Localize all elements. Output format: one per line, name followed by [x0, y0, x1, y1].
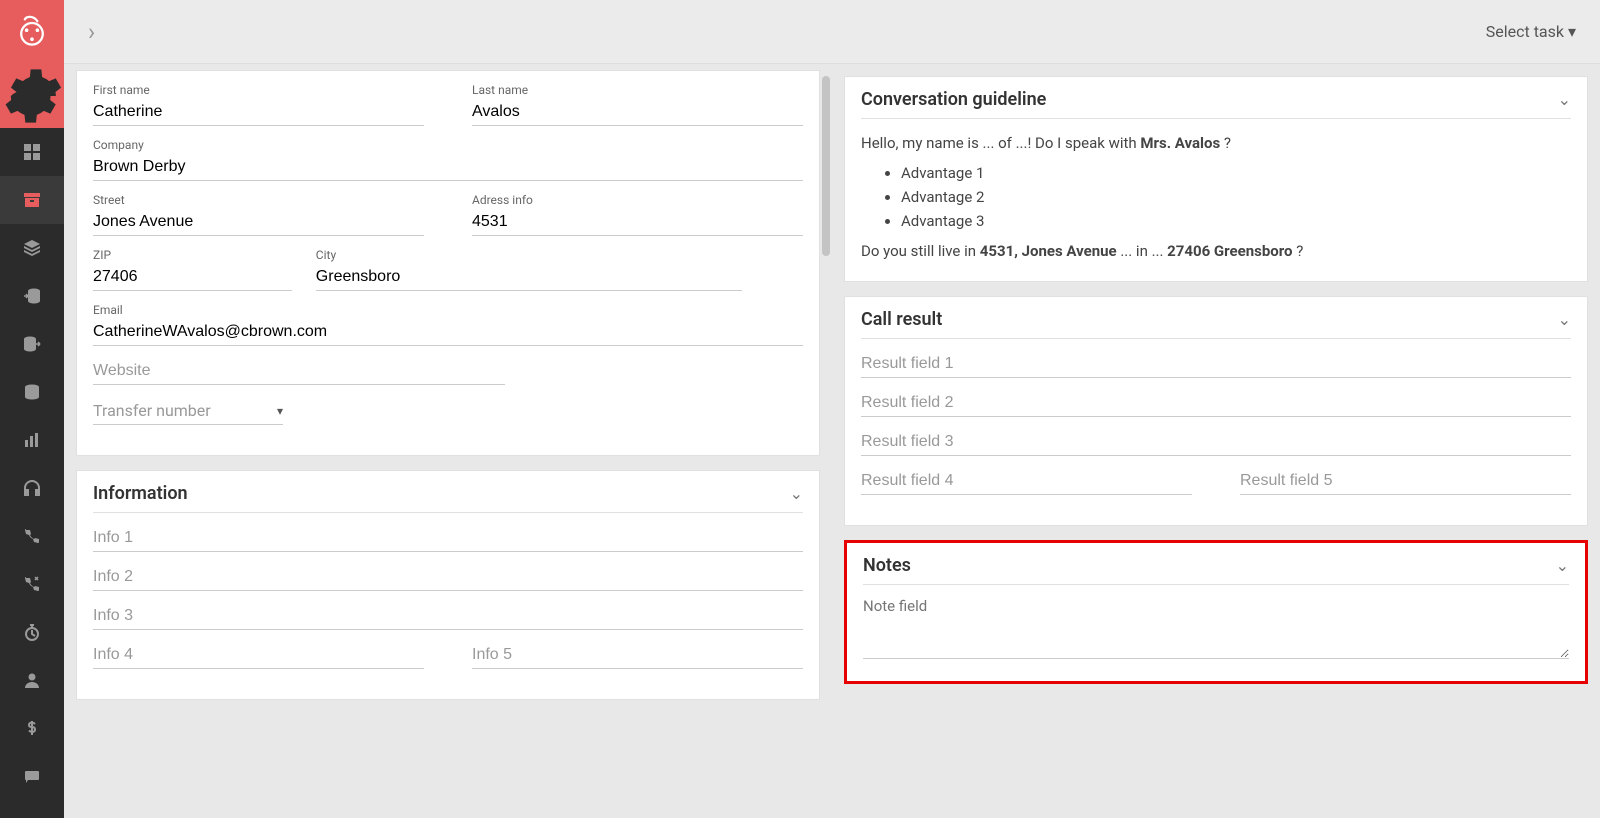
last-name-field[interactable] [472, 99, 803, 126]
select-task-label: Select task [1486, 22, 1564, 41]
transfer-number-select[interactable]: Transfer number ▾ [93, 397, 283, 425]
company-field[interactable] [93, 154, 803, 181]
zip-field[interactable] [93, 264, 292, 291]
note-field[interactable] [863, 597, 1569, 659]
info2-field[interactable] [93, 564, 803, 591]
scrollbar-thumb[interactable] [822, 76, 830, 256]
nav-db-out[interactable] [0, 320, 64, 368]
app-logo[interactable] [0, 0, 64, 64]
archive-icon [22, 190, 42, 210]
grid-icon [22, 142, 42, 162]
flame-ball-icon [14, 14, 50, 50]
guideline-hello-prefix: Hello, my name is ... of ...! Do I speak… [861, 134, 1140, 152]
caret-down-icon: ▾ [1568, 22, 1576, 41]
last-name-label: Last name [472, 83, 803, 97]
chevron-down-icon[interactable]: ⌄ [1558, 310, 1571, 329]
guideline-title: Conversation guideline [861, 89, 1046, 110]
topbar: › Select task ▾ [64, 0, 1600, 64]
user-icon [22, 670, 42, 690]
stopwatch-icon [22, 622, 42, 642]
call-result-card: Call result ⌄ [844, 296, 1588, 526]
caret-down-icon: ▾ [277, 404, 283, 418]
zip-label: ZIP [93, 248, 292, 262]
nav-phone[interactable] [0, 512, 64, 560]
guideline-advantage-3: Advantage 3 [901, 209, 1571, 233]
city-field[interactable] [316, 264, 742, 291]
call-result-title: Call result [861, 309, 942, 330]
contact-card: First name Last name Company Street Ad [76, 70, 820, 456]
guideline-address-2: 27406 Greensboro [1167, 242, 1292, 260]
info4-field[interactable] [93, 642, 424, 669]
guideline-live-suffix: ? [1292, 242, 1303, 260]
phone-icon [22, 526, 42, 546]
database-out-icon [22, 334, 42, 354]
result5-field[interactable] [1240, 468, 1571, 495]
street-label: Street [93, 193, 424, 207]
first-name-field[interactable] [93, 99, 424, 126]
nav-billing[interactable] [0, 704, 64, 752]
guideline-hello-suffix: ? [1220, 134, 1231, 152]
result4-field[interactable] [861, 468, 1192, 495]
email-label: Email [93, 303, 803, 317]
gear-icon [0, 64, 64, 128]
main-content: First name Last name Company Street Ad [64, 64, 1600, 818]
notes-card: Notes ⌄ [844, 540, 1588, 684]
guideline-line-2: Do you still live in 4531, Jones Avenue … [861, 239, 1571, 263]
result2-field[interactable] [861, 390, 1571, 417]
chevron-down-icon[interactable]: ⌄ [1558, 90, 1571, 109]
nav-chat[interactable] [0, 752, 64, 800]
database-icon [22, 382, 42, 402]
nav-database[interactable] [0, 368, 64, 416]
guideline-card: Conversation guideline ⌄ Hello, my name … [844, 76, 1588, 282]
left-column: First name Last name Company Street Ad [64, 64, 832, 818]
guideline-advantage-1: Advantage 1 [901, 161, 1571, 185]
guideline-line-1: Hello, my name is ... of ...! Do I speak… [861, 131, 1571, 155]
street-field[interactable] [93, 209, 424, 236]
info1-field[interactable] [93, 525, 803, 552]
address-info-field[interactable] [472, 209, 803, 236]
nav-headset[interactable] [0, 464, 64, 512]
guideline-address-1: 4531, Jones Avenue [980, 242, 1117, 260]
info3-field[interactable] [93, 603, 803, 630]
headset-icon [22, 478, 42, 498]
result3-field[interactable] [861, 429, 1571, 456]
nav-timer[interactable] [0, 608, 64, 656]
information-title: Information [93, 483, 188, 504]
right-column: Conversation guideline ⌄ Hello, my name … [832, 64, 1600, 818]
dollar-icon [22, 718, 42, 738]
guideline-salutation: Mrs. Avalos [1140, 134, 1220, 152]
guideline-live-prefix: Do you still live in [861, 242, 980, 260]
first-name-label: First name [93, 83, 424, 97]
nav-archive[interactable] [0, 176, 64, 224]
nav-dashboard[interactable] [0, 128, 64, 176]
website-field[interactable] [93, 358, 505, 385]
settings-button[interactable] [0, 64, 64, 128]
nav-db-in[interactable] [0, 272, 64, 320]
chart-icon [22, 430, 42, 450]
info5-field[interactable] [472, 642, 803, 669]
sidebar [0, 0, 64, 818]
select-task-dropdown[interactable]: Select task ▾ [1486, 22, 1576, 41]
nav-layers[interactable] [0, 224, 64, 272]
back-chevron-icon[interactable]: › [88, 18, 95, 46]
information-card: Information ⌄ [76, 470, 820, 700]
layers-icon [22, 238, 42, 258]
nav-user[interactable] [0, 656, 64, 704]
chevron-down-icon[interactable]: ⌄ [1556, 556, 1569, 575]
nav-call-callback[interactable] [0, 560, 64, 608]
guideline-live-mid: ... in ... [1117, 242, 1168, 260]
address-info-label: Adress info [472, 193, 803, 207]
notes-title: Notes [863, 555, 911, 576]
guideline-advantage-2: Advantage 2 [901, 185, 1571, 209]
city-label: City [316, 248, 742, 262]
transfer-number-placeholder: Transfer number [93, 401, 211, 420]
company-label: Company [93, 138, 803, 152]
result1-field[interactable] [861, 351, 1571, 378]
email-field[interactable] [93, 319, 803, 346]
chat-icon [22, 766, 42, 786]
chevron-down-icon[interactable]: ⌄ [790, 484, 803, 503]
database-in-icon [22, 286, 42, 306]
phone-callback-icon [22, 574, 42, 594]
nav-reports[interactable] [0, 416, 64, 464]
